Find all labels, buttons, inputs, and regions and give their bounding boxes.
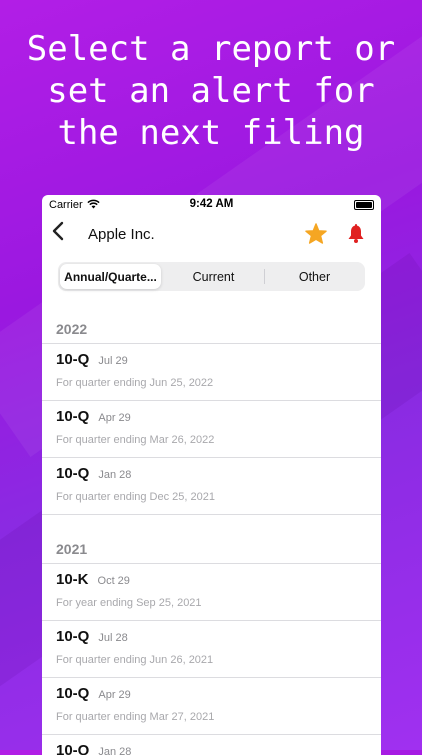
filing-description: For quarter ending Mar 27, 2021 [56,711,215,723]
filing-row[interactable]: 10-Q Apr 29 For quarter ending Mar 26, 2… [42,401,381,458]
filing-row[interactable]: 10-Q Jan 28 For quarter ending Dec 25, 2… [42,458,381,515]
filing-form: 10-Q [56,351,90,368]
filing-row[interactable]: 10-Q Apr 29 For quarter ending Mar 27, 2… [42,678,381,735]
section-header-year: 2021 [42,533,381,564]
filing-row[interactable]: 10-Q Jan 28 [42,735,381,755]
status-time: 9:42 AM [189,198,234,210]
filing-description: For year ending Sep 25, 2021 [56,597,202,609]
filing-date: Jan 28 [98,469,132,481]
section-header-year: 2022 [42,313,381,344]
headline-line: Select a report or [26,29,396,69]
filings-list: 2022 10-Q Jul 29 For quarter ending Jun … [42,313,381,755]
filing-row[interactable]: 10-Q Jul 29 For quarter ending Jun 25, 2… [42,344,381,401]
filing-form: 10-Q [56,742,90,755]
filing-date: Jul 28 [98,632,128,644]
favorite-button[interactable] [305,223,327,249]
filing-row[interactable]: 10-K Oct 29 For year ending Sep 25, 2021 [42,564,381,621]
filing-date: Apr 29 [98,689,131,701]
alert-button[interactable] [347,223,365,249]
segment-annual-quarterly[interactable]: Annual/Quarte... [60,264,161,289]
back-button[interactable] [52,221,80,247]
promo-headline: Select a report or set an alert for the … [0,28,422,154]
navigation-bar: Apple Inc. [42,215,381,253]
headline-line: the next filing [57,113,365,153]
filing-form: 10-K [56,571,89,588]
filing-form: 10-Q [56,685,90,702]
filing-date: Apr 29 [98,412,131,424]
filing-date: Jan 28 [98,746,132,755]
battery-icon [354,200,374,210]
star-icon [305,223,327,244]
filing-description: For quarter ending Dec 25, 2021 [56,491,215,503]
filing-form: 10-Q [56,628,90,645]
chevron-left-icon [52,221,64,241]
filing-form: 10-Q [56,465,90,482]
filing-description: For quarter ending Mar 26, 2022 [56,434,215,446]
segment-other[interactable]: Other [264,262,365,291]
segment-current[interactable]: Current [163,262,264,291]
filing-date: Jul 29 [98,355,128,367]
filing-date: Oct 29 [97,575,130,587]
headline-line: set an alert for [47,71,375,111]
filing-description: For quarter ending Jun 26, 2021 [56,654,214,666]
phone-screen: Carrier 9:42 AM Apple Inc. Annual/Quarte… [42,195,381,755]
filing-form: 10-Q [56,408,90,425]
filing-row[interactable]: 10-Q Jul 28 For quarter ending Jun 26, 2… [42,621,381,678]
report-type-segmented-control: Annual/Quarte... Current Other [58,262,365,291]
bell-icon [348,223,364,243]
filing-description: For quarter ending Jun 25, 2022 [56,377,214,389]
status-bar: Carrier 9:42 AM [42,195,381,215]
page-title: Apple Inc. [88,225,155,243]
